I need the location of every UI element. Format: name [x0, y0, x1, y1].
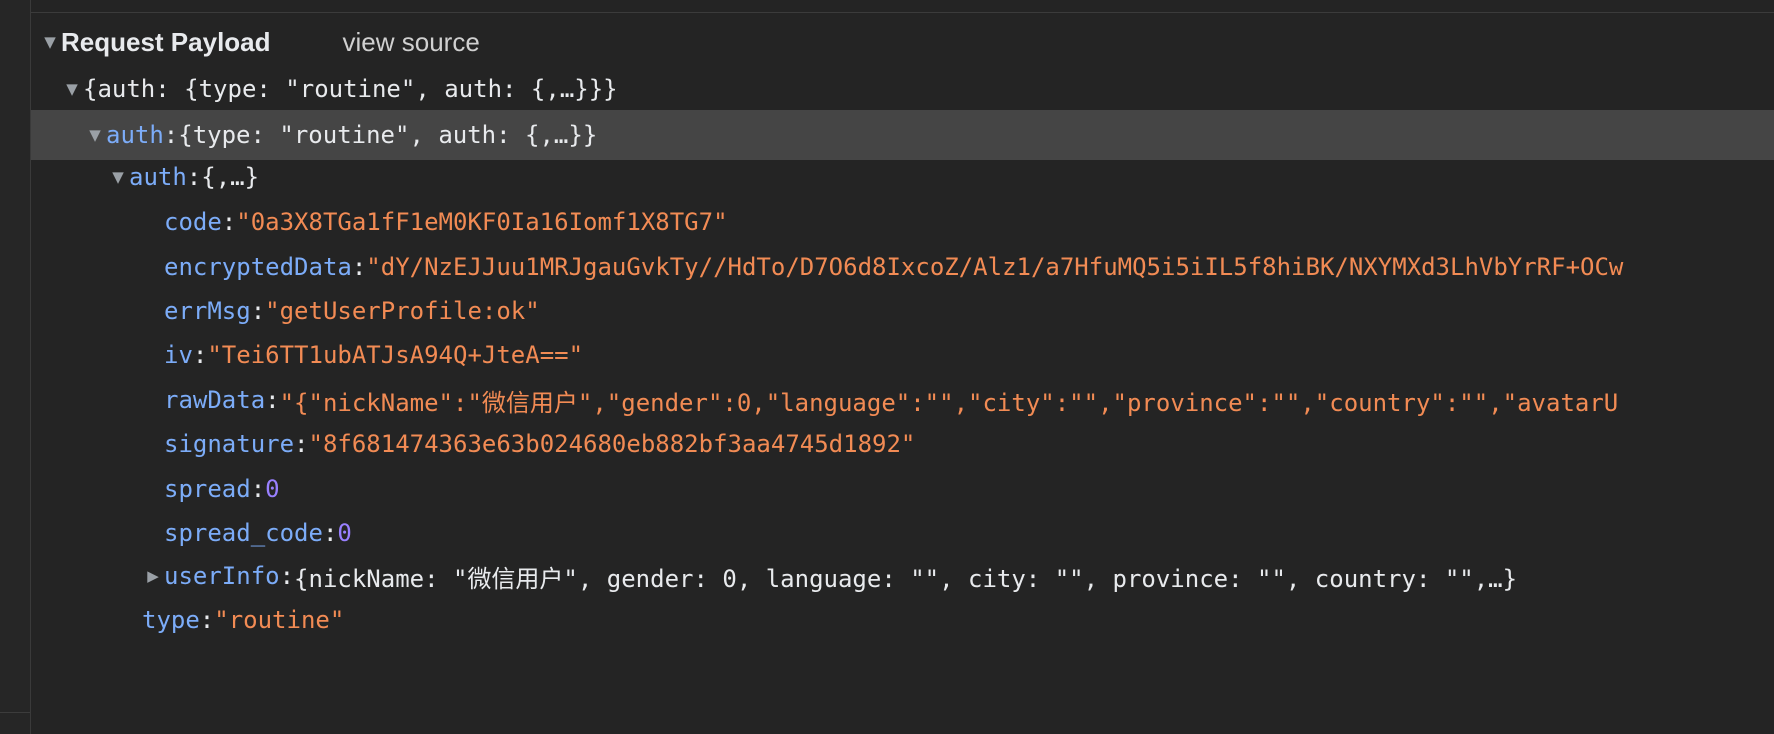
- tree-key: type: [142, 606, 200, 634]
- root-summary: {auth: {type: "routine", auth: {,…}}}: [83, 75, 618, 103]
- devtools-payload-panel: ▼ Request Payload view source ▼ {auth: {…: [0, 0, 1774, 734]
- collapsed-triangle-icon[interactable]: ▶: [142, 567, 164, 585]
- auth-summary: {type: "routine", auth: {,…}}: [178, 121, 598, 149]
- tree-row-spread[interactable]: spread: 0: [31, 464, 1774, 514]
- expand-triangle-icon[interactable]: ▼: [61, 80, 83, 98]
- tree-key: code: [164, 208, 222, 236]
- tree-row-signature[interactable]: signature: "8f681474363e63b024680eb882bf…: [31, 419, 1774, 469]
- tree-value: "dY/NzEJJuu1MRJgauGvkTy//HdTo/D7O6d8Ixco…: [366, 253, 1624, 281]
- section-title: Request Payload: [61, 26, 271, 57]
- tree-value: "Tei6TT1ubATJsA94Q+JteA==": [207, 341, 584, 369]
- request-payload-header[interactable]: ▼ Request Payload view source: [31, 17, 1774, 67]
- view-source-link[interactable]: view source: [343, 27, 480, 58]
- tree-key: auth: [129, 163, 187, 191]
- tree-row-code[interactable]: code: "0a3X8TGa1fF1eM0KF0Ia16Iomf1X8TG7": [31, 197, 1774, 247]
- tree-row-type[interactable]: type: "routine": [31, 595, 1774, 645]
- expand-triangle-icon[interactable]: ▼: [107, 168, 129, 186]
- tree-key: spread: [164, 475, 251, 503]
- tree-key: auth: [106, 121, 164, 149]
- tree-row-userinfo[interactable]: ▶ userInfo: {nickName: "微信用户", gender: 0…: [31, 551, 1774, 601]
- tree-key: signature: [164, 430, 295, 458]
- left-gutter: [0, 0, 31, 734]
- tree-key: errMsg: [164, 297, 251, 325]
- tree-row-iv[interactable]: iv: "Tei6TT1ubATJsA94Q+JteA==": [31, 330, 1774, 380]
- tree-row-rawdata[interactable]: rawData: "{"nickName":"微信用户","gender":0,…: [31, 375, 1774, 425]
- tree-value: "routine": [214, 606, 345, 634]
- userinfo-summary: {nickName: "微信用户", gender: 0, language: …: [294, 564, 1518, 593]
- tree-value: "{"nickName":"微信用户","gender":0,"language…: [279, 388, 1619, 417]
- tree-value: 0: [337, 519, 352, 547]
- tree-key: encryptedData: [164, 253, 352, 281]
- tree-key: userInfo: [164, 562, 280, 590]
- inner-auth-summary: {,…}: [201, 163, 260, 191]
- tree-key: iv: [164, 341, 193, 369]
- tree-value: 0: [265, 475, 280, 503]
- tree-row-encrypteddata[interactable]: encryptedData: "dY/NzEJJuu1MRJgauGvkTy//…: [31, 242, 1774, 292]
- tree-value: "0a3X8TGa1fF1eM0KF0Ia16Iomf1X8TG7": [236, 208, 728, 236]
- tree-row-errmsg[interactable]: errMsg: "getUserProfile:ok": [31, 286, 1774, 336]
- tree-row-root[interactable]: ▼ {auth: {type: "routine", auth: {,…}}}: [31, 64, 1774, 114]
- tree-key: spread_code: [164, 519, 323, 547]
- tree-row-inner-auth[interactable]: ▼ auth: {,…}: [31, 152, 1774, 202]
- top-divider: [31, 12, 1774, 13]
- tree-key: rawData: [164, 386, 266, 414]
- tree-value: "getUserProfile:ok": [265, 297, 540, 325]
- expand-triangle-icon[interactable]: ▼: [84, 126, 106, 144]
- expand-triangle-icon[interactable]: ▼: [39, 33, 61, 51]
- gutter-divider: [0, 712, 30, 713]
- tree-value: "8f681474363e63b024680eb882bf3aa4745d189…: [308, 430, 916, 458]
